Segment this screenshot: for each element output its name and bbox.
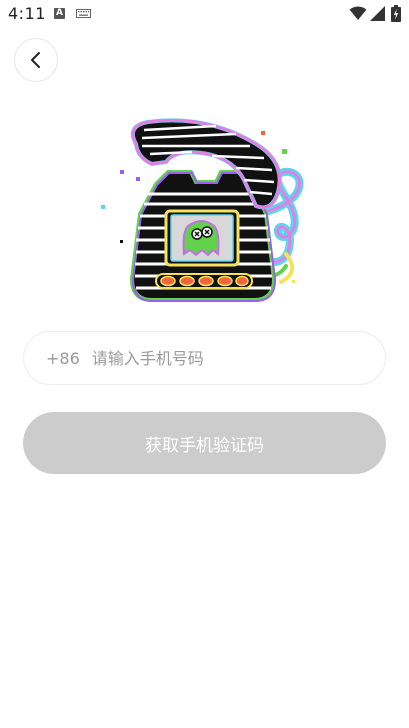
- phone-input[interactable]: [91, 338, 385, 378]
- keyboard-icon: [76, 9, 91, 18]
- wifi-icon: [349, 6, 367, 20]
- signal-icon: [370, 6, 385, 21]
- status-bar: 4:11 A: [0, 0, 409, 28]
- phone-number-field[interactable]: +86: [23, 331, 386, 385]
- get-verification-code-button[interactable]: 获取手机验证码: [23, 412, 386, 474]
- chevron-left-icon: [31, 52, 40, 68]
- battery-icon: [391, 5, 401, 22]
- back-button[interactable]: [14, 38, 58, 82]
- retro-telephone-illustration: [101, 118, 304, 302]
- status-time: 4:11: [8, 4, 46, 23]
- notification-a-icon: A: [54, 8, 65, 19]
- monster-icon: [182, 220, 220, 257]
- country-code[interactable]: +86: [46, 349, 80, 368]
